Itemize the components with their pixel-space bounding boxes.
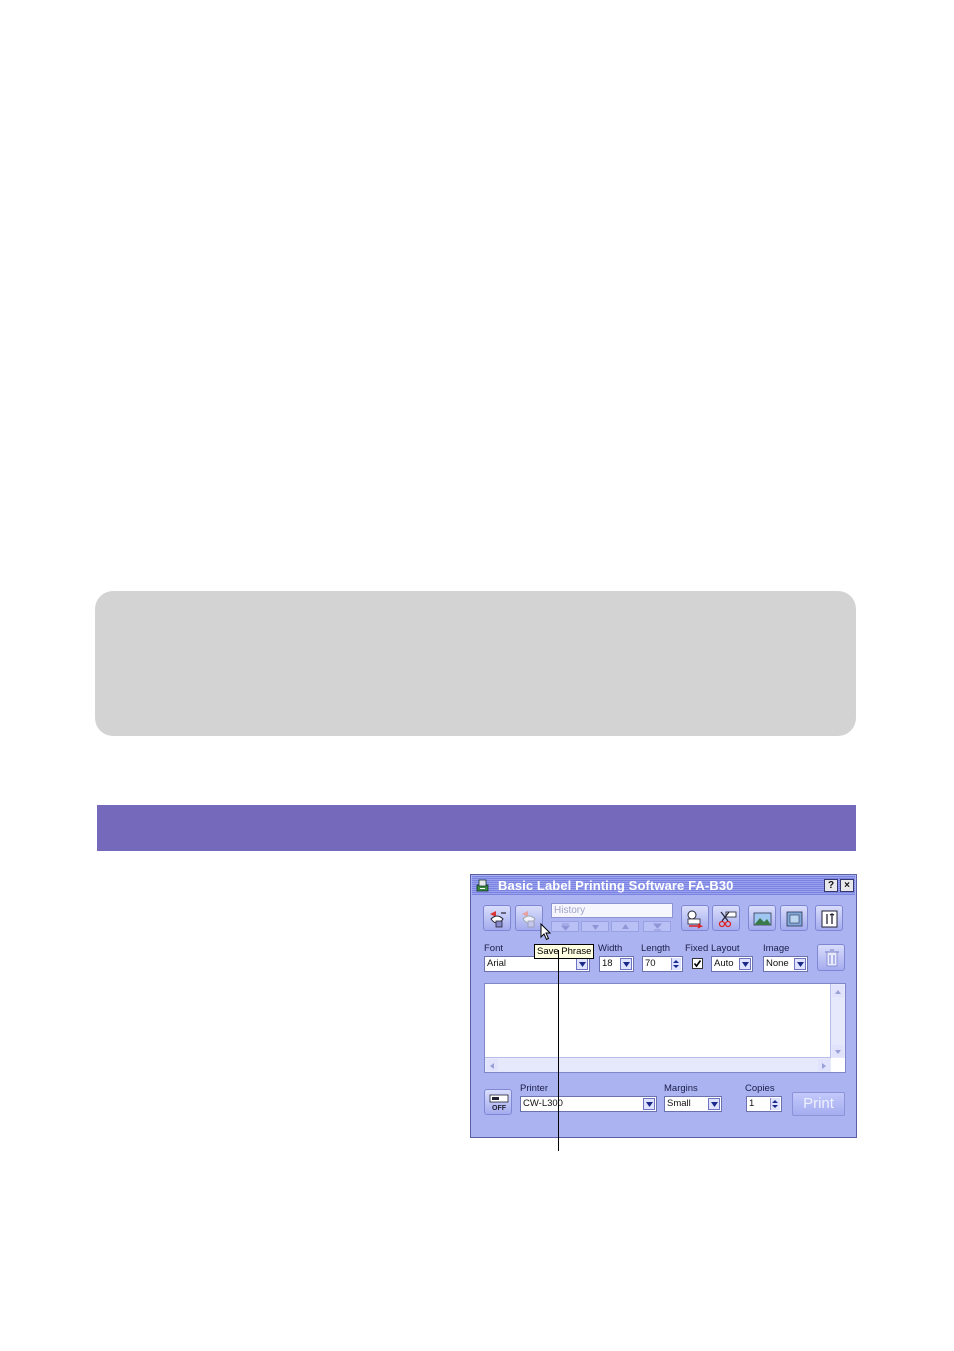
first-arrow-icon bbox=[561, 923, 570, 931]
margins-dropdown-button[interactable] bbox=[708, 1098, 720, 1110]
label-text-area[interactable] bbox=[484, 983, 846, 1073]
length-spin-buttons[interactable] bbox=[671, 958, 681, 970]
note-box bbox=[95, 591, 856, 736]
layout-dropdown-button[interactable] bbox=[739, 958, 751, 970]
layout-icon bbox=[786, 911, 803, 927]
image-select[interactable]: None bbox=[763, 956, 808, 972]
power-off-icon: OFF bbox=[489, 1094, 509, 1112]
margins-label: Margins bbox=[664, 1083, 698, 1094]
spin-arrows-icon bbox=[673, 960, 679, 968]
margins-select[interactable]: Small bbox=[664, 1096, 722, 1112]
insert-image-button[interactable] bbox=[748, 905, 776, 931]
chevron-down-icon bbox=[646, 1102, 653, 1107]
scroll-right-button[interactable] bbox=[818, 1059, 830, 1071]
width-dropdown-button[interactable] bbox=[620, 958, 632, 970]
image-dropdown-button[interactable] bbox=[794, 958, 806, 970]
mouse-cursor-icon bbox=[540, 923, 552, 941]
vertical-scrollbar[interactable] bbox=[830, 984, 845, 1058]
layout-label: Layout bbox=[711, 943, 740, 954]
font-dropdown-button[interactable] bbox=[576, 958, 588, 970]
save-phrase-tooltip: Save Phrase bbox=[534, 944, 595, 959]
up-arrow-icon bbox=[622, 924, 629, 929]
cut-tape-button[interactable] bbox=[712, 905, 740, 931]
image-value: None bbox=[766, 958, 789, 969]
history-input[interactable]: History bbox=[551, 903, 673, 918]
fixed-checkbox[interactable] bbox=[692, 958, 703, 969]
chevron-down-icon bbox=[623, 962, 630, 967]
horizontal-scrollbar[interactable] bbox=[485, 1057, 831, 1072]
image-label: Image bbox=[763, 943, 790, 954]
settings-button[interactable] bbox=[815, 905, 843, 931]
copies-spin-buttons[interactable] bbox=[770, 1098, 780, 1110]
length-stepper[interactable]: 70 bbox=[642, 956, 683, 972]
app-window: Basic Label Printing Software FA-B30 ? ×… bbox=[470, 874, 857, 1138]
save-phrase-icon bbox=[522, 911, 536, 928]
history-last-button[interactable] bbox=[643, 921, 671, 932]
history-prev-button[interactable] bbox=[611, 921, 639, 932]
font-label: Font bbox=[484, 943, 504, 954]
font-value: Arial bbox=[487, 958, 507, 969]
up-arrow-icon bbox=[835, 990, 841, 994]
history-first-button[interactable] bbox=[551, 921, 579, 932]
printer-dropdown-button[interactable] bbox=[643, 1098, 655, 1110]
power-off-button[interactable]: OFF bbox=[484, 1089, 512, 1115]
printer-app-icon bbox=[476, 879, 489, 892]
printer-select[interactable]: CW-L300 bbox=[520, 1096, 657, 1112]
copies-label: Copies bbox=[745, 1083, 775, 1094]
right-arrow-icon bbox=[822, 1063, 826, 1069]
chevron-down-icon bbox=[579, 962, 586, 967]
scissors-icon bbox=[718, 911, 737, 928]
fixed-label: Fixed bbox=[685, 943, 709, 954]
width-select[interactable]: 18 bbox=[599, 956, 634, 972]
recall-phrase-button[interactable] bbox=[483, 905, 511, 931]
clear-button[interactable] bbox=[817, 944, 845, 971]
spin-arrows-icon bbox=[772, 1100, 778, 1108]
chevron-down-icon bbox=[711, 1102, 718, 1107]
title-bar[interactable]: Basic Label Printing Software FA-B30 ? × bbox=[472, 876, 855, 895]
scroll-up-button[interactable] bbox=[832, 985, 844, 997]
last-arrow-icon bbox=[653, 923, 662, 931]
layout-select[interactable]: Auto bbox=[711, 956, 753, 972]
recall-phrase-icon bbox=[490, 911, 506, 928]
print-button[interactable]: Print bbox=[792, 1092, 845, 1116]
history-next-button[interactable] bbox=[581, 921, 609, 932]
save-phrase-button[interactable] bbox=[515, 905, 543, 931]
printer-value: CW-L300 bbox=[523, 1098, 563, 1109]
layout-preview-button[interactable] bbox=[780, 905, 808, 931]
tools-icon bbox=[821, 910, 838, 928]
image-icon bbox=[753, 912, 772, 926]
callout-line bbox=[558, 950, 559, 1151]
down-arrow-icon bbox=[592, 925, 599, 930]
scroll-left-button[interactable] bbox=[486, 1059, 498, 1071]
trash-icon bbox=[825, 949, 839, 967]
copies-value: 1 bbox=[749, 1098, 755, 1109]
chevron-down-icon bbox=[797, 962, 804, 967]
down-arrow-icon bbox=[835, 1050, 841, 1054]
close-button[interactable]: × bbox=[840, 879, 854, 892]
length-label: Length bbox=[641, 943, 671, 954]
help-button[interactable]: ? bbox=[824, 879, 838, 892]
tape-feed-icon bbox=[687, 910, 704, 929]
power-off-text: OFF bbox=[492, 1105, 507, 1112]
length-value: 70 bbox=[645, 958, 656, 969]
printer-label: Printer bbox=[520, 1083, 548, 1094]
chevron-down-icon bbox=[742, 962, 749, 967]
checkmark-icon bbox=[693, 960, 702, 968]
width-value: 18 bbox=[602, 958, 613, 969]
copies-stepper[interactable]: 1 bbox=[746, 1096, 782, 1112]
margins-value: Small bbox=[667, 1098, 691, 1109]
tape-feed-button[interactable] bbox=[681, 905, 709, 931]
section-header-bar bbox=[97, 805, 856, 851]
window-title: Basic Label Printing Software FA-B30 bbox=[498, 878, 734, 893]
left-arrow-icon bbox=[490, 1063, 494, 1069]
scroll-down-button[interactable] bbox=[832, 1045, 844, 1057]
layout-value: Auto bbox=[714, 958, 734, 969]
width-label: Width bbox=[598, 943, 623, 954]
